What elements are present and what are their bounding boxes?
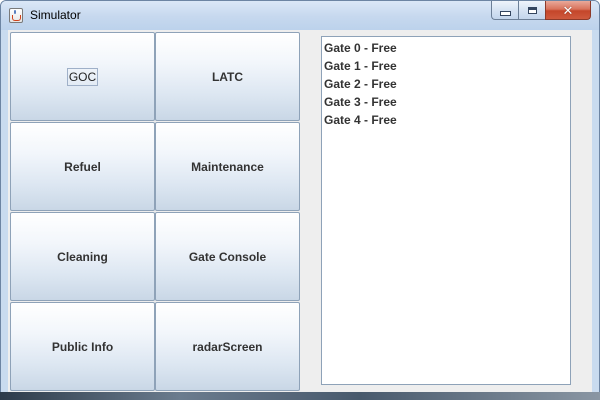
radar-screen-button[interactable]: radarScreen [155,302,300,391]
goc-button[interactable]: GOC [10,32,155,121]
simulator-window: Simulator ✕ GOC LATC Refuel Maintenance … [0,0,600,400]
refuel-button[interactable]: Refuel [10,122,155,211]
window-title: Simulator [30,8,81,22]
minimize-button[interactable] [491,1,518,20]
gate-status-item[interactable]: Gate 4 - Free [324,111,568,129]
gate-status-item[interactable]: Gate 0 - Free [324,39,568,57]
window-controls: ✕ [491,1,591,21]
title-bar[interactable]: Simulator ✕ [1,1,599,30]
gate-console-button[interactable]: Gate Console [155,212,300,301]
cleaning-button[interactable]: Cleaning [10,212,155,301]
public-info-button[interactable]: Public Info [10,302,155,391]
goc-button-label: GOC [66,67,99,86]
close-button[interactable]: ✕ [545,1,591,20]
maximize-button[interactable] [518,1,545,20]
latc-button[interactable]: LATC [155,32,300,121]
close-icon: ✕ [562,2,574,18]
gate-status-item[interactable]: Gate 3 - Free [324,93,568,111]
maintenance-button[interactable]: Maintenance [155,122,300,211]
minimize-icon [499,10,511,16]
content-pane: GOC LATC Refuel Maintenance Cleaning Gat… [8,30,592,393]
console-button-grid: GOC LATC Refuel Maintenance Cleaning Gat… [8,30,302,393]
maximize-icon [527,6,537,14]
desktop-background-strip [0,392,600,400]
gate-status-list[interactable]: Gate 0 - Free Gate 1 - Free Gate 2 - Fre… [321,36,571,385]
java-cup-icon [9,8,23,23]
gate-status-item[interactable]: Gate 2 - Free [324,75,568,93]
gate-status-item[interactable]: Gate 1 - Free [324,57,568,75]
